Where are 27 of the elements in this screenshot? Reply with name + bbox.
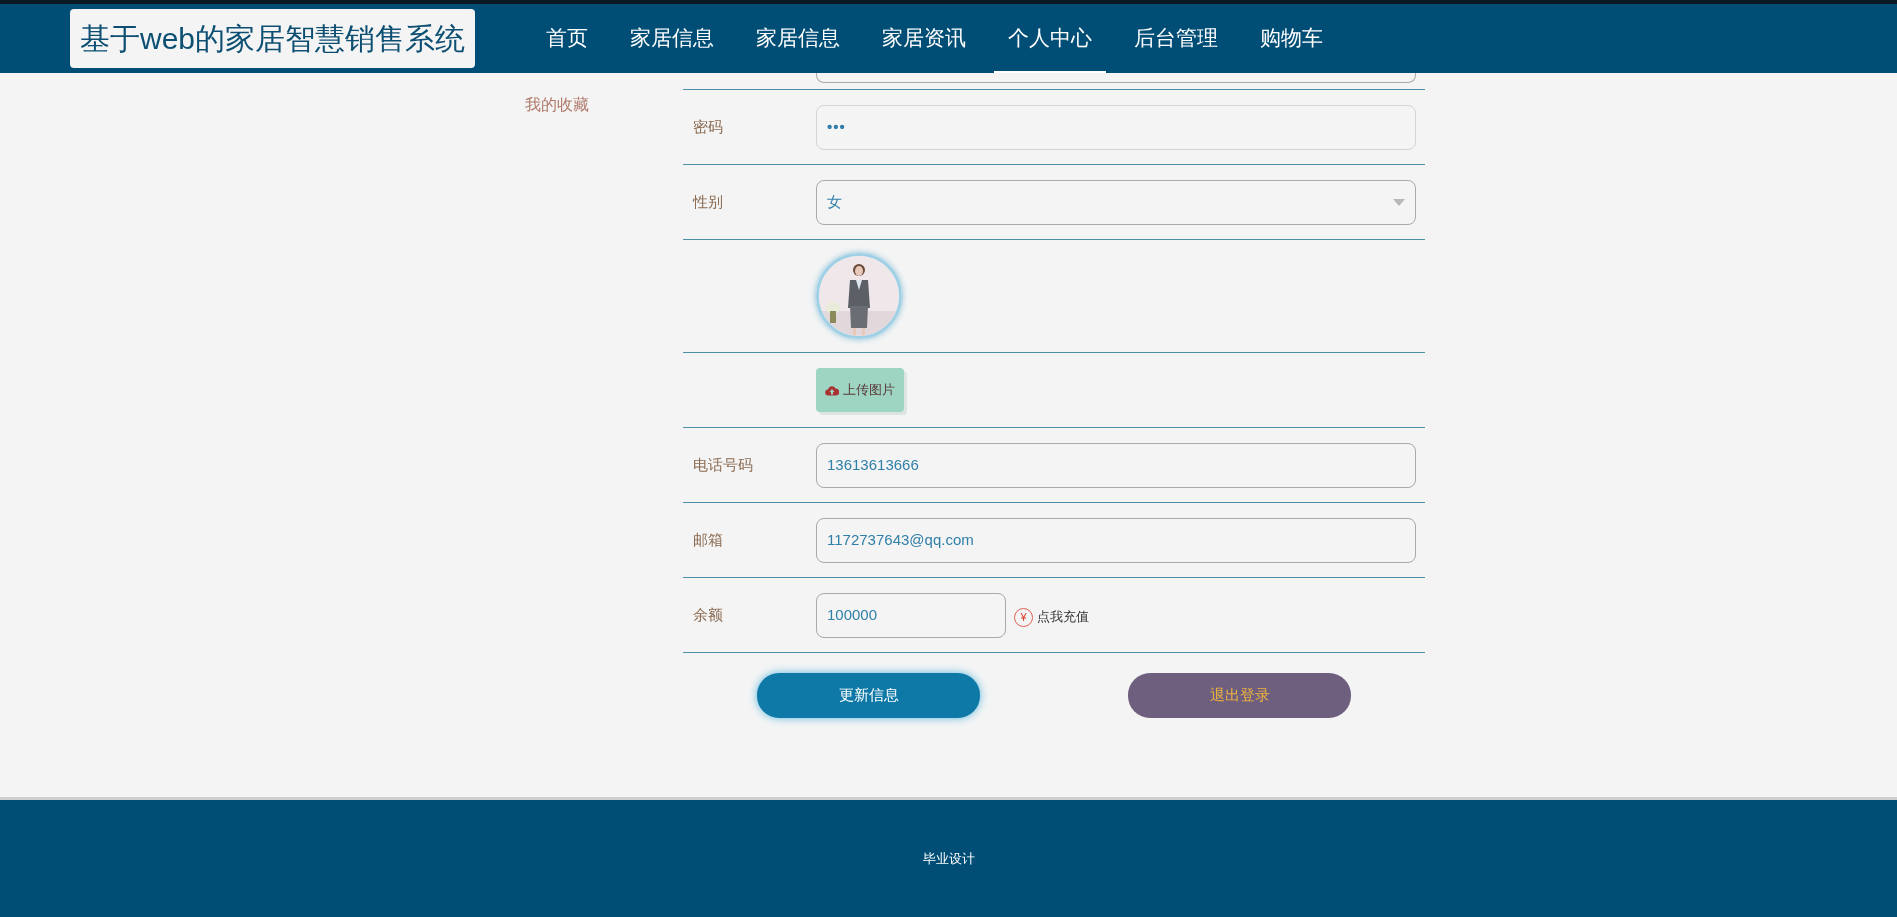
footer-text: 毕业设计 bbox=[922, 849, 975, 868]
text-field[interactable]: 13613613666 bbox=[816, 442, 1416, 488]
field-label: 邮箱 bbox=[693, 531, 723, 548]
gender-select[interactable]: 女 bbox=[816, 179, 1416, 225]
nav-link[interactable]: 首页 bbox=[532, 4, 603, 73]
field-label: 电话号码 bbox=[693, 456, 753, 473]
upload-image-button[interactable]: 上传图片 bbox=[816, 368, 904, 412]
field-label: 密码 bbox=[693, 118, 723, 135]
update-info-button[interactable]: 更新信息 bbox=[757, 673, 980, 718]
nav-link[interactable]: 后台管理 bbox=[1120, 4, 1233, 73]
cloud-upload-icon bbox=[825, 384, 839, 396]
nav-link[interactable]: 家居信息 bbox=[742, 4, 855, 73]
dropdown-caret-icon bbox=[1393, 198, 1405, 206]
logout-button[interactable]: 退出登录 bbox=[1128, 673, 1351, 718]
nav-link[interactable]: 家居资讯 bbox=[868, 4, 981, 73]
sidebar-link[interactable]: 我的收藏 bbox=[525, 93, 683, 117]
nav-link[interactable]: 购物车 bbox=[1246, 4, 1338, 73]
field-label: 余额 bbox=[693, 606, 723, 623]
password-field[interactable]: ••• bbox=[816, 104, 1416, 150]
nav-link[interactable]: 家居信息 bbox=[616, 4, 729, 73]
recharge-link[interactable]: ¥ 点我充值 bbox=[1014, 607, 1089, 627]
field-label: 性别 bbox=[693, 193, 723, 210]
site-title: 基于web的家居智慧销售系统 bbox=[70, 9, 476, 68]
balance-field[interactable]: 100000 bbox=[816, 592, 1006, 638]
nav-link[interactable]: 个人中心 bbox=[994, 4, 1107, 73]
text-field[interactable]: 1172737643@qq.com bbox=[816, 517, 1416, 563]
input-field[interactable] bbox=[816, 73, 1416, 83]
